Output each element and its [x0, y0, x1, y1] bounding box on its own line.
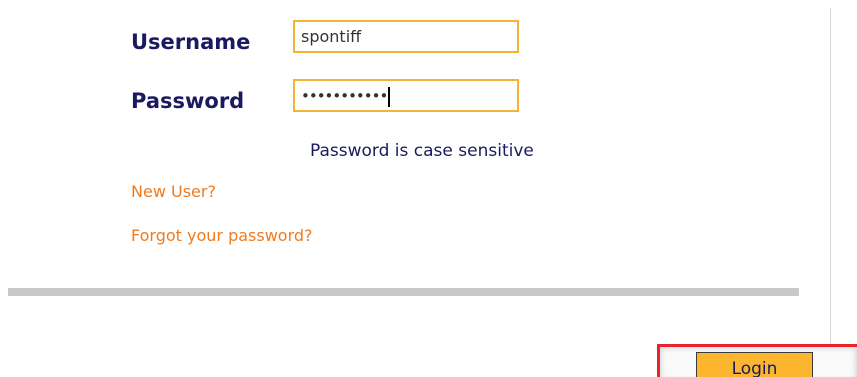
vertical-divider [830, 8, 831, 344]
username-input[interactable]: spontiff [293, 20, 519, 53]
password-hint: Password is case sensitive [310, 141, 534, 161]
password-masked-value: ••••••••••• [301, 87, 388, 105]
section-divider [8, 288, 799, 296]
username-label: Username [131, 30, 251, 54]
login-page: Username spontiff Password ••••••••••• P… [0, 0, 857, 377]
forgot-password-link[interactable]: Forgot your password? [131, 226, 313, 245]
new-user-link[interactable]: New User? [131, 182, 216, 201]
password-label: Password [131, 89, 245, 113]
password-input[interactable]: ••••••••••• [293, 79, 519, 112]
login-button[interactable]: Login [696, 352, 813, 377]
text-caret [388, 86, 391, 107]
